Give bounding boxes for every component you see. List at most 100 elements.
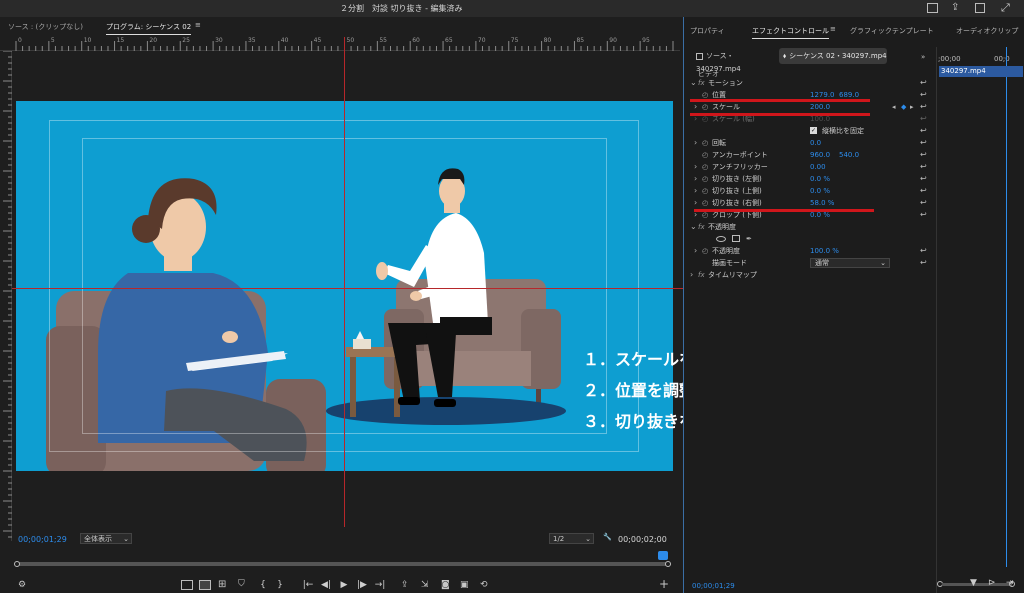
property-uniform-scale[interactable]: ✓ 縦横比を固定 ↩ bbox=[684, 125, 929, 137]
wrench-icon[interactable]: 🔧 bbox=[603, 533, 612, 541]
stopwatch-icon[interactable]: ◴ bbox=[702, 185, 708, 197]
zoom-bar-handle-left[interactable] bbox=[14, 561, 20, 567]
reset-icon[interactable]: ↩ bbox=[920, 101, 927, 113]
go-to-out-button[interactable]: →| bbox=[374, 580, 386, 590]
tab-audio-clip[interactable]: オーディオクリップ bbox=[956, 26, 1018, 36]
keyframe-prev-icon[interactable]: ◂ bbox=[892, 101, 896, 113]
settings-icon[interactable]: ⚙ bbox=[18, 580, 26, 590]
reset-icon[interactable]: ↩ bbox=[920, 149, 927, 161]
property-rotation[interactable]: › ◴ 回転 0.0 ↩ bbox=[684, 137, 929, 149]
reset-icon[interactable]: ↩ bbox=[920, 185, 927, 197]
crop-right-value[interactable]: 58.0 % bbox=[810, 197, 834, 209]
stopwatch-icon[interactable]: ◴ bbox=[702, 245, 708, 257]
horizontal-guide[interactable] bbox=[12, 288, 684, 289]
chevron-right-icon[interactable]: › bbox=[694, 197, 697, 209]
effect-group-motion[interactable]: ⌄ fx モーション ↩ bbox=[684, 77, 929, 89]
property-scale[interactable]: › ◴ スケール 200.0 ◂ ◆ ▸ ↩ bbox=[684, 101, 929, 113]
reset-icon[interactable]: ↩ bbox=[920, 173, 927, 185]
add-button[interactable]: + bbox=[659, 577, 669, 591]
reset-icon[interactable]: ↩ bbox=[920, 245, 927, 257]
rotation-value[interactable]: 0.0 bbox=[810, 137, 821, 149]
sequence-clip-selector[interactable]: ⬧ シーケンス 02・340297.mp4 bbox=[779, 48, 887, 64]
property-opacity[interactable]: › ◴ 不透明度 100.0 % ↩ bbox=[684, 245, 929, 257]
expand-timeline-icon[interactable]: » bbox=[921, 53, 925, 61]
ellipse-mask-icon[interactable] bbox=[716, 236, 726, 242]
safe-margins-button[interactable] bbox=[181, 580, 193, 590]
reset-icon[interactable]: ↩ bbox=[920, 197, 927, 209]
stopwatch-icon[interactable]: ◴ bbox=[702, 173, 708, 185]
tab-program[interactable]: プログラム: シーケンス 02 bbox=[106, 22, 192, 35]
reset-icon[interactable]: ↩ bbox=[920, 209, 927, 221]
stopwatch-icon[interactable]: ◴ bbox=[702, 161, 708, 173]
go-to-in-button[interactable]: |← bbox=[302, 580, 314, 590]
chevron-right-icon[interactable]: › bbox=[690, 269, 693, 281]
property-anchor-point[interactable]: ◴ アンカーポイント 960.0 540.0 ↩ bbox=[684, 149, 929, 161]
chevron-right-icon[interactable]: › bbox=[694, 245, 697, 257]
camera-icon[interactable]: ◙ bbox=[441, 580, 450, 590]
lift-icon[interactable]: ⇪ bbox=[401, 580, 409, 590]
playhead-marker[interactable] bbox=[658, 551, 668, 560]
mark-in-button[interactable]: { bbox=[257, 580, 269, 590]
program-menu-icon[interactable]: ≡ bbox=[195, 21, 201, 29]
property-crop-left[interactable]: › ◴ 切り抜き (左側) 0.0 % ↩ bbox=[684, 173, 929, 185]
zoom-select[interactable]: 全体表示 ⌄ bbox=[80, 533, 132, 544]
chevron-right-icon[interactable]: › bbox=[694, 173, 697, 185]
play-audio-icon[interactable]: ⊳ bbox=[988, 578, 996, 588]
effect-group-time-remap[interactable]: › fx タイムリマップ bbox=[684, 269, 929, 281]
chevron-right-icon[interactable]: › bbox=[694, 185, 697, 197]
grid-button[interactable]: ⊞ bbox=[218, 579, 226, 590]
share-icon[interactable]: ⇪ bbox=[951, 2, 959, 13]
effect-group-opacity[interactable]: ⌄ fx 不透明度 bbox=[684, 221, 929, 233]
chevron-right-icon[interactable]: › bbox=[694, 161, 697, 173]
vertical-guide[interactable] bbox=[344, 37, 345, 527]
step-back-button[interactable]: ◀| bbox=[320, 580, 332, 590]
play-button[interactable]: ▶ bbox=[338, 580, 350, 590]
uniform-scale-checkbox[interactable]: ✓ bbox=[810, 127, 817, 134]
stopwatch-icon[interactable]: ◴ bbox=[702, 137, 708, 149]
chevron-down-icon[interactable]: ⌄ bbox=[690, 221, 697, 233]
step-forward-button[interactable]: |▶ bbox=[356, 580, 368, 590]
chevron-right-icon[interactable]: › bbox=[694, 137, 697, 149]
extract-icon[interactable]: ⇲ bbox=[421, 580, 429, 590]
pen-mask-icon[interactable]: ✒ bbox=[746, 233, 752, 245]
transparency-grid-button[interactable] bbox=[199, 580, 211, 590]
export-icon[interactable]: ⇥ bbox=[1006, 578, 1014, 588]
crop-top-value[interactable]: 0.0 % bbox=[810, 185, 830, 197]
resolution-select[interactable]: 1/2 ⌄ bbox=[549, 533, 594, 544]
anti-flicker-value[interactable]: 0.00 bbox=[810, 161, 826, 173]
reset-icon[interactable]: ↩ bbox=[920, 77, 927, 89]
maximize-icon[interactable] bbox=[975, 3, 985, 13]
anchor-y-value[interactable]: 540.0 bbox=[839, 149, 859, 161]
tab-graphic-templates[interactable]: グラフィックテンプレート bbox=[850, 26, 934, 36]
reset-icon[interactable]: ↩ bbox=[920, 161, 927, 173]
tab-effect-controls[interactable]: エフェクトコントロール bbox=[752, 26, 829, 39]
mark-out-button[interactable]: } bbox=[274, 580, 286, 590]
stopwatch-icon[interactable]: ◴ bbox=[702, 101, 708, 113]
mini-clip-bar[interactable]: 340297.mp4 bbox=[939, 66, 1023, 77]
filter-icon[interactable]: ▼ bbox=[970, 578, 977, 588]
panel-toggle-icon[interactable] bbox=[927, 3, 938, 13]
current-timecode[interactable]: 00;00;01;29 bbox=[18, 535, 67, 544]
mini-scroll-bar[interactable] bbox=[942, 583, 1012, 586]
source-clip-selector[interactable]: ソース・340297.mp4 bbox=[696, 50, 776, 73]
chevron-down-icon[interactable]: ⌄ bbox=[690, 77, 697, 89]
zoom-bar-handle-right[interactable] bbox=[665, 561, 671, 567]
marker-icon[interactable]: ⛉ bbox=[238, 579, 245, 589]
property-crop-right[interactable]: › ◴ 切り抜き (右側) 58.0 % ↩ bbox=[684, 197, 929, 209]
reset-icon[interactable]: ↩ bbox=[920, 125, 927, 137]
keyframe-next-icon[interactable]: ▸ bbox=[910, 101, 914, 113]
property-anti-flicker[interactable]: › ◴ アンチフリッカー 0.00 ↩ bbox=[684, 161, 929, 173]
keyframe-add-icon[interactable]: ◆ bbox=[901, 101, 906, 113]
stopwatch-icon[interactable]: ◴ bbox=[702, 197, 708, 209]
tab-source[interactable]: ソース : (クリップなし) bbox=[8, 22, 83, 32]
property-blend-mode[interactable]: 描画モード 通常 ⌄ ↩ bbox=[684, 257, 929, 269]
rectangle-mask-icon[interactable] bbox=[732, 235, 740, 242]
blend-mode-select[interactable]: 通常 ⌄ bbox=[810, 258, 890, 268]
opacity-value[interactable]: 100.0 % bbox=[810, 245, 839, 257]
reset-icon[interactable]: ↩ bbox=[920, 89, 927, 101]
mini-playhead[interactable] bbox=[1006, 47, 1007, 567]
property-crop-top[interactable]: › ◴ 切り抜き (上側) 0.0 % ↩ bbox=[684, 185, 929, 197]
compare-icon[interactable]: ▣ bbox=[460, 580, 469, 590]
effect-controls-menu-icon[interactable]: ≡ bbox=[830, 25, 836, 33]
crop-left-value[interactable]: 0.0 % bbox=[810, 173, 830, 185]
